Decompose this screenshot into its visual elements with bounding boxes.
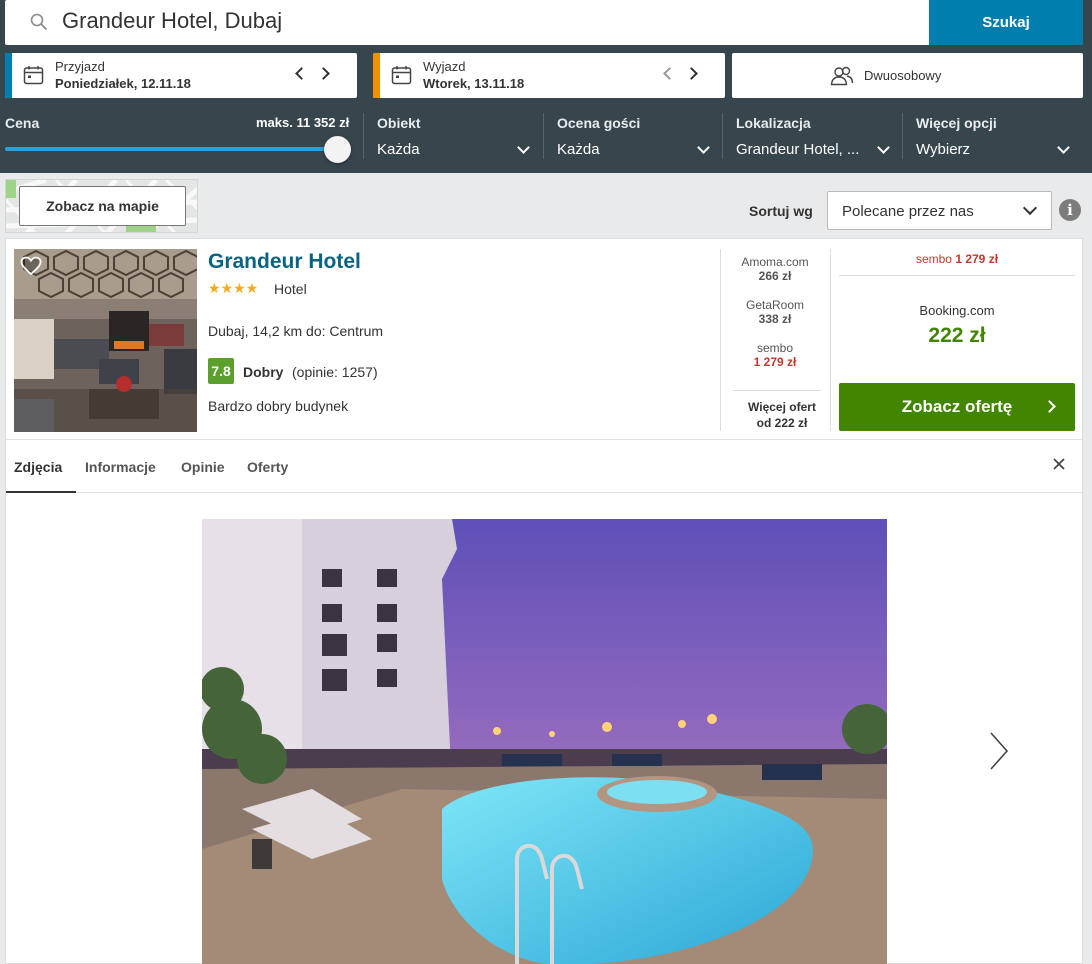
price-slider-handle[interactable] [324,136,351,163]
more-offers-line2: od 222 zł [756,416,808,430]
hotel-location[interactable]: Dubaj, 14,2 km do: Centrum [208,323,383,339]
price-filter-label: Cena [5,115,40,131]
sort-label: Sortuj wg [749,203,813,219]
deal-provider: sembo [756,341,794,355]
rating-filter-value[interactable]: Każda [557,141,600,158]
deal-item-getaroom[interactable]: GetaRoom 338 zł [725,298,825,326]
top-deal-price: 1 279 zł [955,252,999,266]
checkin-value: Poniedziałek, 12.11.18 [55,76,191,91]
checkin-arrows [293,64,333,90]
tab-info[interactable]: Informacje [85,459,156,475]
hotel-name-link[interactable]: Grandeur Hotel [208,250,361,274]
location-filter-value[interactable]: Grandeur Hotel, ... [736,141,859,158]
rating-word[interactable]: Dobry [243,364,283,380]
prev-day-chevron-icon[interactable] [661,64,677,84]
calendar-icon [23,66,44,85]
more-options-label: Więcej opcji [916,115,997,131]
tab-photos[interactable]: Zdjęcia [14,459,62,475]
checkout-accent-stripe [373,53,380,98]
checkout-label: Wyjazd [423,59,466,74]
hotel-type: Hotel [274,281,307,297]
best-deal-separator [839,275,1075,276]
price-max-label: maks. 11 352 zł [256,115,350,130]
next-day-chevron-icon[interactable] [685,64,701,84]
star-rating: ★★★★ [208,280,259,296]
chevron-down-icon[interactable] [517,141,530,154]
filter-divider [722,113,723,159]
deal-provider: GetaRoom [745,298,805,312]
filter-divider [363,113,364,159]
room-type-selector[interactable]: Dwuosobowy [732,53,1083,98]
room-type-label: Dwuosobowy [864,68,942,83]
filter-divider [902,113,903,159]
hotel-thumbnail[interactable] [14,249,197,432]
filter-divider [543,113,544,159]
rating-score-badge[interactable]: 7.8 [208,358,234,384]
chevron-down-icon [1022,200,1038,216]
next-day-chevron-icon[interactable] [317,64,333,84]
tabs-top-border [6,439,1082,440]
hotel-result-card: Grandeur Hotel ★★★★ Hotel Dubaj, 14,2 km… [5,238,1083,964]
price-slider-track[interactable] [5,147,340,151]
more-options-value[interactable]: Wybierz [916,141,970,158]
hotel-description: Bardzo dobry budynek [208,398,349,414]
chevron-down-icon[interactable] [697,141,710,154]
chevron-down-icon[interactable] [1057,141,1070,154]
rating-filter-label: Ocena gości [557,115,641,131]
tab-offers[interactable]: Oferty [247,459,288,475]
close-icon[interactable] [1052,457,1066,471]
best-deal-price[interactable]: 222 zł [841,324,1073,348]
checkin-accent-stripe [5,53,12,98]
sort-select[interactable]: Polecane przez nas [827,191,1052,230]
checkout-arrows [661,64,701,90]
chevron-down-icon[interactable] [877,141,890,154]
top-deal-provider: sembo [915,252,952,266]
property-filter-label: Obiekt [377,115,421,131]
deal-price: 266 zł [758,269,792,283]
search-icon [30,13,47,30]
view-offer-label: Zobacz ofertę [901,397,1013,416]
more-offers-link[interactable]: Więcej ofert od 222 zł [727,399,837,431]
rooftop-pool-image-icon [202,519,887,964]
rating-count[interactable]: (opinie: 1257) [292,364,378,380]
calendar-icon [391,66,412,85]
checkin-label: Przyjazd [55,59,105,74]
show-map-button[interactable]: Zobacz na mapie [19,186,186,226]
chevron-right-icon [1043,400,1056,413]
search-button[interactable]: Szukaj [929,0,1083,45]
deal-price: 1 279 zł [753,355,797,369]
deals-divider [720,249,721,431]
info-icon[interactable]: i [1059,199,1081,221]
search-bar[interactable]: Grandeur Hotel, Dubaj [5,0,929,45]
search-input[interactable]: Grandeur Hotel, Dubaj [62,8,282,34]
guests-icon [830,66,854,86]
gallery-photo[interactable] [202,519,887,964]
view-offer-button[interactable]: Zobacz ofertę [839,383,1075,431]
deal-price: 338 zł [758,312,792,326]
deal-item-sembo[interactable]: sembo 1 279 zł [725,341,825,369]
checkout-value: Wtorek, 13.11.18 [423,76,525,91]
deals-separator [733,390,821,391]
sort-value: Polecane przez nas [842,203,974,220]
top-deal-link[interactable]: sembo 1 279 zł [841,252,1073,266]
location-filter-label: Lokalizacja [736,115,811,131]
deal-item-amoma[interactable]: Amoma.com 266 zł [725,255,825,283]
tab-reviews[interactable]: Opinie [181,459,225,475]
deal-provider: Amoma.com [741,255,809,269]
filter-header: Grandeur Hotel, Dubaj Szukaj Przyjazd Po… [0,0,1092,173]
heart-icon[interactable] [20,256,42,276]
checkin-date-picker[interactable]: Przyjazd Poniedziałek, 12.11.18 [5,53,357,98]
hotel-lobby-image-icon [14,249,197,432]
checkout-date-picker[interactable]: Wyjazd Wtorek, 13.11.18 [373,53,725,98]
more-offers-line1: Więcej ofert [748,400,816,414]
active-tab-indicator [6,491,76,493]
tabs-bottom-border [6,492,1082,493]
prev-day-chevron-icon[interactable] [293,64,309,84]
best-deal-provider[interactable]: Booking.com [841,303,1073,318]
best-deal-divider [830,249,831,431]
gallery-next-arrow-icon[interactable] [988,731,1010,771]
property-filter-value[interactable]: Każda [377,141,420,158]
